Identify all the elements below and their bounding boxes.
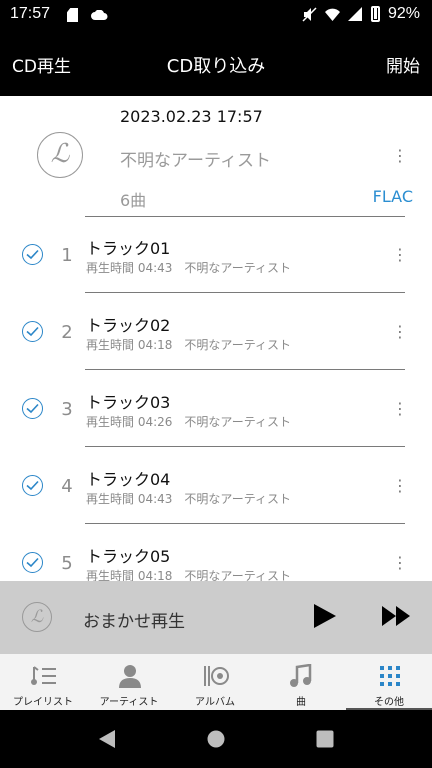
track-duration: 再生時間 04:26 [86, 415, 173, 429]
album-datetime: 2023.02.23 17:57 [120, 107, 263, 126]
back-icon[interactable] [98, 729, 116, 749]
play-icon[interactable] [313, 603, 337, 629]
mini-player[interactable]: ℒ おまかせ再生 [0, 581, 432, 654]
track-meta: 再生時間 04:26 不明なアーティスト [86, 413, 291, 430]
divider [85, 523, 405, 524]
track-artist: 不明なアーティスト [184, 338, 291, 352]
album-more-icon[interactable]: ⋮ [390, 146, 410, 166]
track-artist: 不明なアーティスト [184, 492, 291, 506]
track-row[interactable]: 5 トラック05 再生時間 04:18 不明なアーティスト ⋮ [0, 525, 432, 581]
nav-label: アルバム [195, 697, 235, 708]
track-meta: 再生時間 04:43 不明なアーティスト [86, 259, 291, 276]
track-checkbox[interactable] [22, 321, 43, 342]
track-meta: 再生時間 04:18 不明なアーティスト [86, 336, 291, 353]
shuffle-play-label[interactable]: おまかせ再生 [83, 607, 185, 632]
album-icon [204, 666, 229, 686]
bottom-nav: プレイリスト アーティスト アルバム 曲 その他 [0, 654, 432, 710]
cloud-icon [91, 10, 108, 20]
track-artist: 不明なアーティスト [184, 415, 291, 429]
track-checkbox[interactable] [22, 552, 43, 573]
silent-icon [302, 6, 317, 22]
track-more-icon[interactable]: ⋮ [390, 399, 410, 419]
track-title: トラック03 [86, 393, 171, 412]
home-icon[interactable] [207, 730, 225, 748]
track-title: トラック02 [86, 316, 171, 335]
wifi-icon [324, 8, 340, 21]
sd-card-icon [67, 8, 78, 22]
track-duration: 再生時間 04:18 [86, 569, 173, 581]
battery-percent: 92% [387, 5, 420, 22]
artist-icon [119, 665, 141, 688]
track-row[interactable]: 2 トラック02 再生時間 04:18 不明なアーティスト ⋮ [0, 294, 432, 370]
system-nav-bar [0, 710, 432, 768]
nav-label: その他 [374, 697, 404, 708]
track-duration: 再生時間 04:43 [86, 261, 173, 275]
track-checkbox[interactable] [22, 398, 43, 419]
track-duration: 再生時間 04:43 [86, 492, 173, 506]
track-number: 1 [61, 245, 73, 266]
playlist-icon [31, 666, 56, 685]
format-selector[interactable]: FLAC [373, 187, 413, 206]
track-artist: 不明なアーティスト [184, 569, 291, 581]
status-time: 17:57 [10, 5, 51, 22]
track-number: 5 [61, 553, 73, 574]
nav-album[interactable]: アルバム [172, 654, 258, 710]
track-more-icon[interactable]: ⋮ [390, 476, 410, 496]
track-title: トラック04 [86, 470, 171, 489]
track-number: 3 [61, 399, 73, 420]
nav-songs[interactable]: 曲 [258, 654, 344, 710]
nav-artist[interactable]: アーティスト [86, 654, 172, 710]
track-list-panel: ℒ 2023.02.23 17:57 不明なアーティスト ⋮ 6曲 FLAC 1… [0, 96, 432, 581]
app-header: CD再生 CD取り込み 開始 [0, 32, 432, 96]
page-title: CD取り込み [166, 56, 266, 77]
divider [85, 292, 405, 293]
recents-icon[interactable] [316, 730, 334, 748]
track-meta: 再生時間 04:18 不明なアーティスト [86, 567, 291, 581]
player-art-icon: ℒ [22, 602, 52, 632]
track-row[interactable]: 3 トラック03 再生時間 04:26 不明なアーティスト ⋮ [0, 371, 432, 447]
nav-label: プレイリスト [13, 697, 73, 708]
track-more-icon[interactable]: ⋮ [390, 245, 410, 265]
start-button[interactable]: 開始 [386, 52, 420, 77]
signal-icon [347, 6, 362, 21]
track-checkbox[interactable] [22, 244, 43, 265]
track-checkbox[interactable] [22, 475, 43, 496]
track-meta: 再生時間 04:43 不明なアーティスト [86, 490, 291, 507]
grid-icon [380, 666, 400, 686]
track-title: トラック01 [86, 239, 171, 258]
nav-playlist[interactable]: プレイリスト [0, 654, 86, 710]
track-row[interactable]: 4 トラック04 再生時間 04:43 不明なアーティスト ⋮ [0, 448, 432, 524]
nav-other[interactable]: その他 [346, 654, 432, 710]
track-row[interactable]: 1 トラック01 再生時間 04:43 不明なアーティスト ⋮ [0, 217, 432, 293]
track-duration: 再生時間 04:18 [86, 338, 173, 352]
track-more-icon[interactable]: ⋮ [390, 553, 410, 573]
status-bar: 17:57 92% [0, 0, 432, 32]
divider [85, 369, 405, 370]
battery-icon [370, 6, 380, 22]
track-title: トラック05 [86, 547, 171, 566]
divider [85, 446, 405, 447]
fast-forward-icon[interactable] [381, 605, 411, 627]
track-count: 6曲 [120, 191, 147, 210]
nav-label: 曲 [296, 697, 306, 708]
nav-label: アーティスト [99, 697, 159, 708]
music-note-icon [290, 664, 312, 687]
album-art-icon: ℒ [37, 132, 83, 178]
album-artist[interactable]: 不明なアーティスト [120, 146, 271, 171]
track-number: 2 [61, 322, 73, 343]
track-number: 4 [61, 476, 73, 497]
track-more-icon[interactable]: ⋮ [390, 322, 410, 342]
track-artist: 不明なアーティスト [184, 261, 291, 275]
